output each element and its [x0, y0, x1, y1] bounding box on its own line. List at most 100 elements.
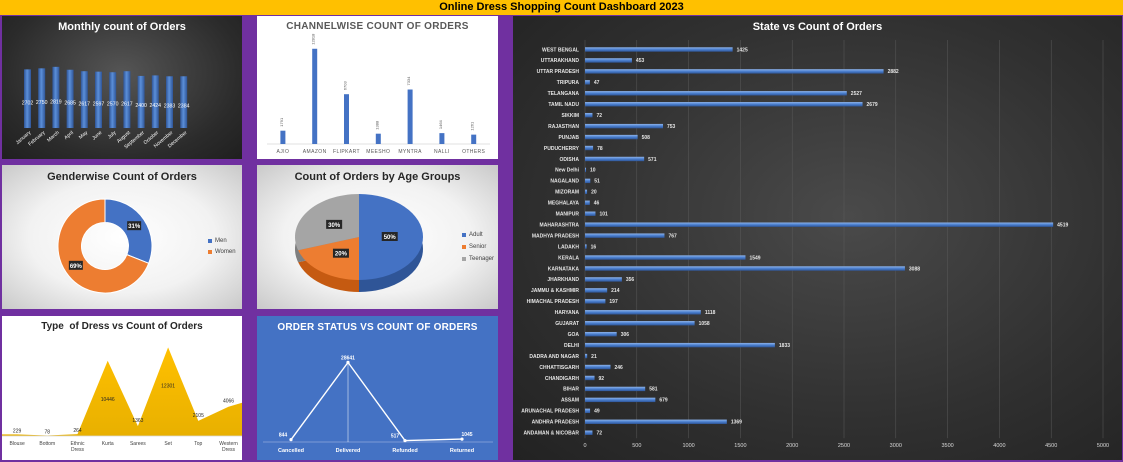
state-xtick-1500: 1500 [734, 443, 746, 449]
state-tick-bihar: BIHAR [563, 387, 579, 393]
monthly-value-label-july: 2570 [107, 102, 119, 108]
state-tick-sikkim: SIKKIM [562, 113, 580, 119]
state-bar-tripura [585, 80, 590, 85]
state-bar-jharkhand [585, 277, 622, 282]
channel-value-label-nalli: 1464 [438, 119, 443, 129]
dress-area [2, 347, 242, 436]
state-xtick-500: 500 [632, 443, 641, 449]
state-bar-uttarakhand [585, 58, 632, 63]
status-tick-cancelled: Cancelled [278, 448, 304, 454]
channel-tick-ajio: AJIO [277, 149, 290, 155]
state-chart: 0 500 1000 1500 2000 2500 3000 3500 4000 4500 5000… [521, 40, 1109, 449]
monthly-bar-july [109, 72, 117, 128]
state-value-label-mizoram: 20 [591, 190, 597, 196]
dashboard-title: Online Dress Shopping Count Dashboard 20… [439, 1, 684, 13]
legend-women: Women [208, 249, 236, 255]
state-value-label-kerala: 1549 [749, 255, 760, 261]
state-tick-andaman-nicobar: ANDAMAN & NICOBAR [523, 431, 579, 437]
state-bar-west-bengal [585, 47, 733, 52]
state-tick-west-bengal: WEST BENGAL [542, 47, 579, 53]
state-tick-chandigarh: CHANDIGARH [545, 376, 580, 382]
state-value-label-arunachal-pradesh: 49 [594, 409, 600, 415]
dress-value-label-set: 12301 [161, 383, 175, 389]
status-orders-panel: ORDER STATUS VS COUNT OF ORDERS 844 Cance… [257, 316, 498, 460]
channel-tick-amazon: AMAZON [303, 149, 327, 155]
state-tick-karnataka: KARNATAKA [548, 266, 580, 272]
dress-value-label-blouse: 229 [13, 428, 22, 434]
state-value-label-jharkhand: 356 [626, 277, 635, 283]
state-bar-dadra-and-nagar [585, 353, 588, 359]
state-value-label-karnataka: 3088 [909, 266, 920, 272]
state-bar-kerala [585, 255, 746, 260]
status-value-label-delivered: 28641 [341, 355, 355, 361]
state-tick-tamil-nadu: TAMIL NADU [548, 102, 579, 108]
state-value-label-andaman-nicobar: 72 [596, 431, 602, 437]
monthly-tick-march: March [46, 130, 61, 144]
state-bar-tamil-nadu [585, 102, 863, 107]
monthly-value-label-april: 2685 [64, 101, 76, 107]
monthly-orders-panel: Monthly count of Orders 2702 January 2750 F… [2, 16, 242, 159]
state-tick-rajasthan: RAJASTHAN [548, 124, 579, 130]
state-bar-jammu-kashmir [585, 288, 608, 293]
state-xtick-3500: 3500 [941, 443, 953, 449]
state-bar-karnataka [585, 266, 905, 271]
channel-value-label-meesho: 1388 [374, 120, 379, 130]
state-bar-mizoram [585, 189, 588, 195]
state-value-label-haryana: 1118 [705, 310, 716, 316]
state-bar-gujarat [585, 321, 695, 326]
state-tick-tripura: TRIPURA [557, 80, 580, 86]
status-point-cancelled [289, 438, 293, 442]
state-value-label-bihar: 581 [649, 387, 658, 393]
state-bar-arunachal-pradesh [585, 408, 591, 414]
state-tick-telangana: TELANGANA [548, 91, 580, 97]
dress-tick-bottom: Bottom [39, 441, 55, 447]
state-xtick-2000: 2000 [786, 443, 798, 449]
state-bar-telangana [585, 91, 847, 96]
channel-tick-nalli: NALLI [434, 149, 450, 155]
dress-tick-western-dress-1: Dress [222, 447, 236, 453]
channel-value-label-ajio: 1791 [279, 117, 284, 127]
state-tick-ladakh: LADAKH [558, 244, 579, 250]
dress-tick-ethnic-dress-1: Dress [71, 447, 85, 453]
state-xtick-2500: 2500 [838, 443, 850, 449]
state-value-label-odisha: 571 [648, 157, 657, 163]
channel-bar-myntra [407, 89, 413, 144]
state-xtick-4500: 4500 [1045, 443, 1057, 449]
dress-tick-sarees: Sarees [130, 441, 146, 447]
channel-orders-panel: CHANNELWISE COUNT OF ORDERS 1791 AJIO 1281… [257, 16, 498, 159]
legend-teenager: Teenager [462, 256, 494, 262]
state-xtick-1000: 1000 [682, 443, 694, 449]
state-tick-mizoram: MIZORAM [555, 190, 579, 196]
dress-value-label-kurta: 10446 [101, 397, 115, 403]
channel-bar-amazon [312, 48, 318, 144]
dress-orders-panel: Type of Dress vs Count of Orders 229 Blou… [2, 316, 242, 460]
monthly-bar-february [38, 68, 46, 128]
monthly-value-label-may: 2617 [79, 101, 91, 107]
gender-slice-men [104, 198, 153, 264]
state-value-label-andhra-pradesh: 1369 [731, 420, 742, 426]
state-bar-ladakh [585, 244, 587, 249]
state-value-label-uttarakhand: 453 [636, 58, 645, 64]
state-tick-chhattisgarh: CHHATTISGARH [539, 365, 579, 371]
dress-chart: 229Blouse78Bottom264EthnicDress10446Kurt… [2, 347, 242, 453]
state-bar-new-delhi [585, 167, 587, 173]
state-xtick-4000: 4000 [993, 443, 1005, 449]
state-tick-nagaland: NAGALAND [550, 179, 579, 185]
channel-tick-meesho: MEESHO [366, 149, 390, 155]
state-tick-haryana: HARYANA [555, 310, 580, 316]
state-value-label-telangana: 2527 [851, 91, 862, 97]
monthly-value-label-october: 2424 [150, 103, 162, 109]
state-bar-andhra-pradesh [585, 419, 727, 424]
state-bar-odisha [585, 156, 645, 162]
dashboard-header: Online Dress Shopping Count Dashboard 20… [0, 0, 1123, 15]
state-value-label-new-delhi: 10 [590, 168, 596, 174]
state-bar-chhattisgarh [585, 364, 611, 370]
monthly-bar-september [137, 75, 145, 128]
state-bar-puducherry [585, 145, 594, 151]
state-bar-meghalaya [585, 200, 590, 205]
state-tick-madhya-pradesh: MADHYA PRADESH [532, 233, 580, 239]
dress-value-label-bottom: 78 [45, 429, 51, 435]
state-value-label-maharashtra: 4519 [1057, 222, 1068, 228]
monthly-tick-april: April [63, 130, 75, 141]
monthly-value-label-december: 2384 [178, 103, 190, 109]
